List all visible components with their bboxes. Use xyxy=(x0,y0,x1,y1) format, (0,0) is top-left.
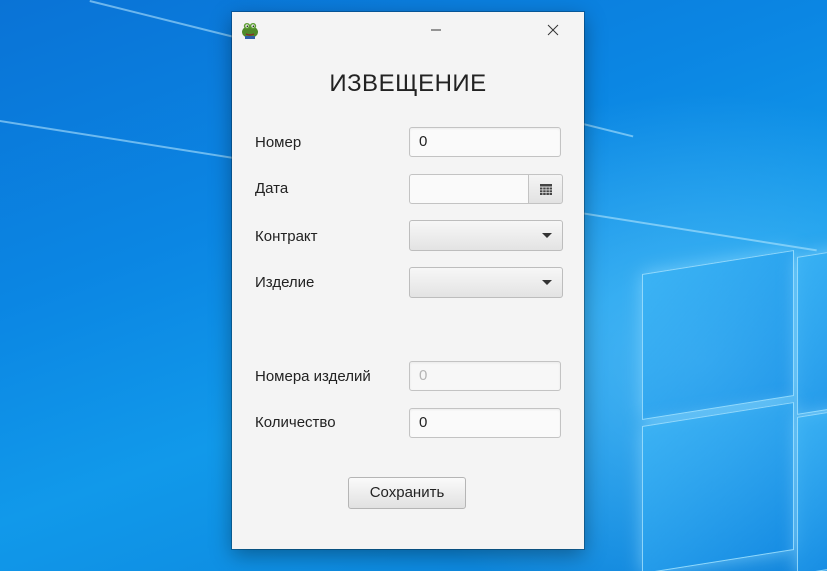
quantity-input[interactable]: 0 xyxy=(409,408,561,438)
minimize-button[interactable] xyxy=(413,12,459,48)
close-button[interactable] xyxy=(530,12,576,48)
windows-logo-pane xyxy=(797,247,827,415)
product-numbers-input[interactable]: 0 xyxy=(409,361,561,391)
quantity-label: Количество xyxy=(255,414,336,431)
windows-logo-pane xyxy=(642,249,794,421)
notice-window: ИЗВЕЩЕНИЕ Номер 0 Дата Контракт Изделие … xyxy=(232,12,584,549)
product-label: Изделие xyxy=(255,274,315,291)
contract-select[interactable] xyxy=(409,220,563,251)
chevron-down-icon xyxy=(542,233,552,238)
frog-app-icon xyxy=(242,23,258,39)
number-input[interactable]: 0 xyxy=(409,127,561,157)
minimize-icon xyxy=(431,29,441,31)
number-label: Номер xyxy=(255,134,302,151)
save-button[interactable]: Сохранить xyxy=(348,477,466,509)
windows-logo-pane xyxy=(642,401,794,571)
date-input[interactable] xyxy=(409,174,528,204)
product-select[interactable] xyxy=(409,267,563,298)
form-heading: ИЗВЕЩЕНИЕ xyxy=(329,70,487,97)
product-numbers-label: Номера изделий xyxy=(255,368,371,385)
chevron-down-icon xyxy=(542,280,552,285)
windows-logo-pane xyxy=(797,407,827,571)
calendar-icon xyxy=(539,183,552,195)
close-icon xyxy=(547,24,559,36)
contract-label: Контракт xyxy=(255,228,318,245)
date-picker-button[interactable] xyxy=(528,174,563,204)
title-bar[interactable] xyxy=(232,12,584,48)
date-label: Дата xyxy=(255,180,289,197)
